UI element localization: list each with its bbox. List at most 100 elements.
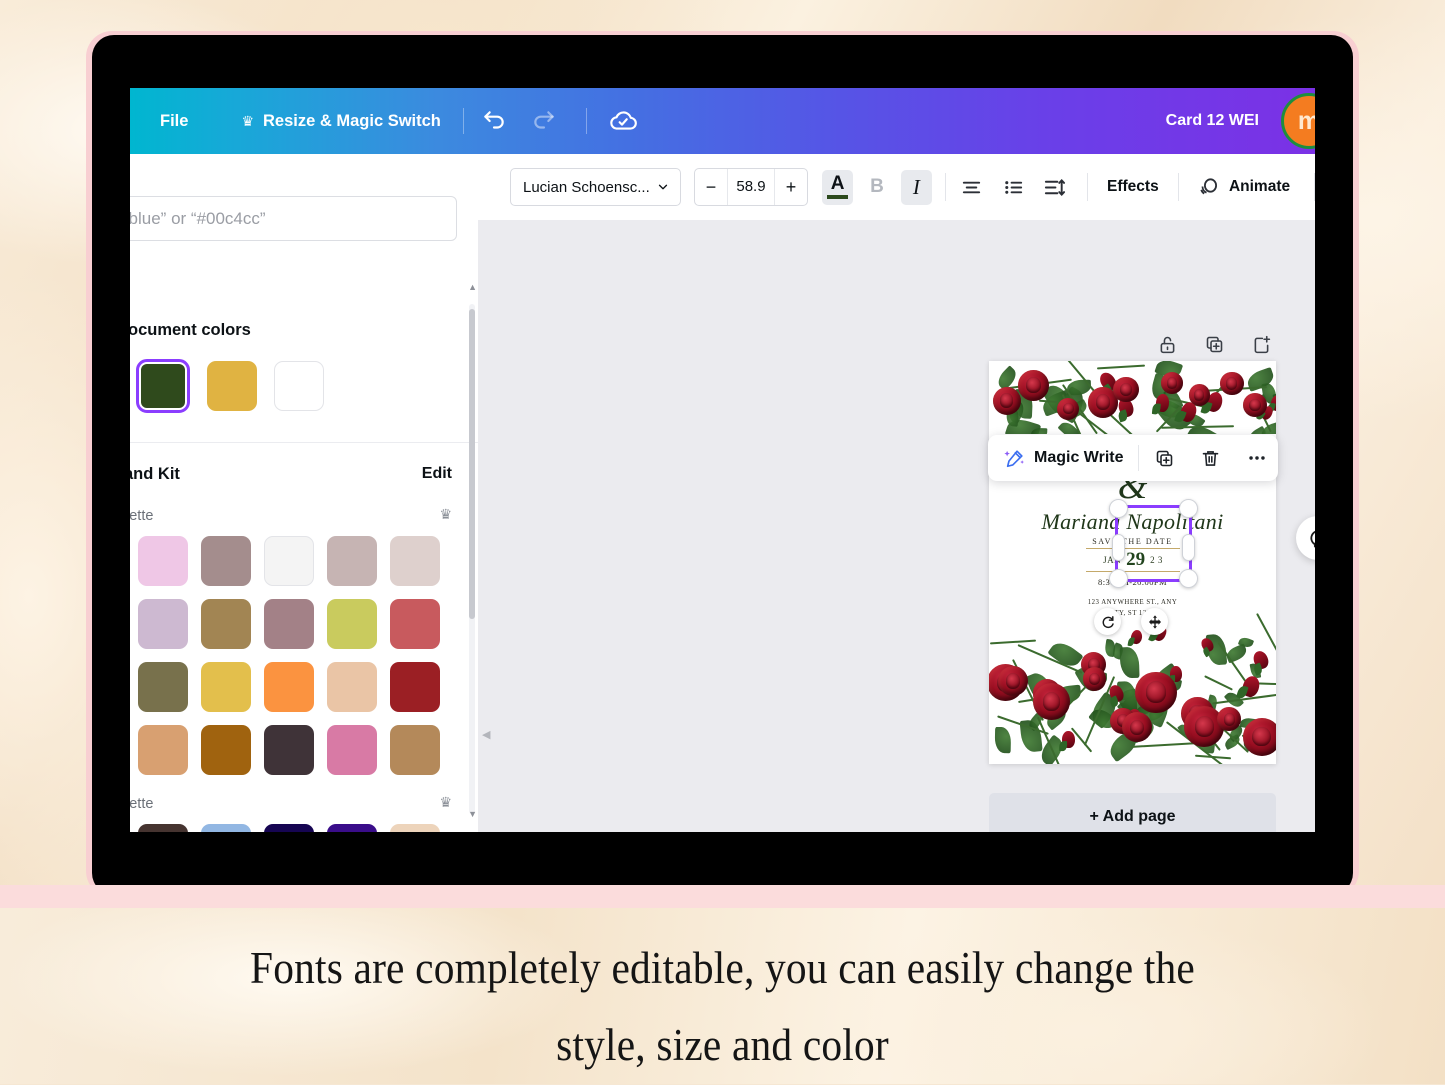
palette-swatch[interactable] — [327, 824, 377, 832]
document-colors-title: ocument colors — [130, 321, 251, 339]
palette-swatch[interactable] — [327, 662, 377, 712]
swatch-color — [141, 364, 185, 408]
align-center-icon[interactable] — [956, 170, 987, 205]
font-size-stepper: − 58.9 + — [693, 168, 808, 206]
italic-button[interactable]: I — [900, 169, 933, 205]
font-size-value[interactable]: 58.9 — [726, 169, 775, 205]
palette-swatch[interactable] — [138, 824, 188, 832]
palette-swatch[interactable] — [390, 662, 440, 712]
scroll-up-arrow-icon[interactable]: ▲ — [468, 282, 477, 292]
palette-swatch[interactable] — [264, 536, 314, 586]
rose-bloom — [1032, 682, 1071, 720]
rose-bloom — [1122, 712, 1152, 743]
palette-swatch[interactable] — [138, 725, 188, 775]
magic-write-label[interactable]: Magic Write — [1034, 449, 1124, 467]
rose-stem — [1130, 741, 1198, 748]
add-comment-icon[interactable] — [1296, 516, 1315, 560]
palette-swatch[interactable] — [264, 599, 314, 649]
duplicate-icon[interactable] — [1204, 334, 1225, 360]
text-color-letter: A — [830, 173, 845, 195]
palette-swatch[interactable] — [327, 725, 377, 775]
palette-swatch[interactable] — [327, 599, 377, 649]
move-icon[interactable] — [1141, 608, 1168, 635]
font-family-select[interactable]: Lucian Schoensc... — [510, 168, 681, 206]
redo-icon[interactable] — [524, 101, 564, 141]
palette-swatch[interactable] — [390, 599, 440, 649]
palette-swatch[interactable] — [138, 536, 188, 586]
top-bar-right: Card 12 WEI m — [1166, 93, 1315, 149]
palette-swatch[interactable] — [264, 725, 314, 775]
magic-pen-icon[interactable] — [1004, 447, 1026, 469]
resize-handle-bl[interactable] — [1109, 569, 1128, 588]
resize-handle-tr[interactable] — [1179, 499, 1198, 518]
palette-swatch[interactable] — [201, 662, 251, 712]
text-toolbar: Lucian Schoensc... − 58.9 + A B I Effect… — [478, 154, 1315, 221]
font-size-increase-button[interactable]: + — [775, 169, 807, 205]
add-to-page-icon[interactable] — [1251, 334, 1272, 360]
rose-bloom — [1018, 369, 1050, 401]
palette-swatch[interactable] — [390, 536, 440, 586]
avatar[interactable]: m — [1281, 93, 1315, 149]
line-spacing-icon[interactable] — [1039, 170, 1070, 205]
document-colors-row — [136, 359, 324, 413]
trash-icon[interactable] — [1191, 438, 1231, 478]
selection-box[interactable] — [1109, 499, 1198, 588]
effects-button[interactable]: Effects — [1107, 178, 1159, 196]
duplicate-icon[interactable] — [1145, 438, 1185, 478]
palette-swatch[interactable] — [201, 536, 251, 586]
panel-scrollbar-thumb[interactable] — [469, 309, 475, 619]
palette-swatch[interactable] — [138, 599, 188, 649]
card-address: 123 ANYWHERE ST., ANY CITY, ST 12345 — [989, 597, 1276, 619]
document-color-swatch[interactable] — [274, 361, 324, 411]
animate-button[interactable]: Animate — [1229, 178, 1290, 196]
rose-bud — [1130, 629, 1143, 646]
palette-swatch[interactable] — [264, 662, 314, 712]
bullet-list-icon[interactable] — [997, 170, 1028, 205]
caption-line-2: style, size and color — [556, 1020, 889, 1071]
toolbar-divider — [1087, 173, 1089, 201]
font-size-decrease-button[interactable]: − — [695, 169, 727, 205]
resize-handle-tl[interactable] — [1109, 499, 1128, 518]
palette-2-label: lette — [130, 796, 154, 812]
palette-swatch[interactable] — [390, 824, 440, 832]
toolbar-divider — [1314, 173, 1315, 201]
document-color-swatch[interactable] — [207, 361, 257, 411]
toolbar-divider — [945, 173, 946, 201]
canvas-scroll-left-icon[interactable]: ◀ — [482, 728, 490, 741]
add-page-button[interactable]: + Add page — [989, 793, 1276, 832]
palette-swatch[interactable] — [390, 725, 440, 775]
palette-swatch[interactable] — [327, 536, 377, 586]
palette-swatch[interactable] — [201, 725, 251, 775]
font-family-label: Lucian Schoensc... — [523, 178, 650, 196]
document-color-swatch-selected[interactable] — [136, 359, 190, 413]
palette-swatch[interactable] — [201, 824, 251, 832]
more-dots-icon[interactable] — [1237, 438, 1277, 478]
text-color-button[interactable]: A — [821, 169, 854, 205]
brand-kit-edit-button[interactable]: Edit — [422, 465, 452, 483]
resize-handle-right[interactable] — [1182, 534, 1195, 561]
rose-leaf — [994, 726, 1012, 753]
rose-bloom — [1113, 377, 1139, 403]
rose-bloom — [1160, 372, 1183, 394]
palette-1-label: lette — [130, 508, 154, 524]
scroll-down-arrow-icon[interactable]: ▼ — [468, 809, 477, 819]
menu-file[interactable]: File — [160, 112, 188, 131]
resize-handle-br[interactable] — [1179, 569, 1198, 588]
color-panel: ry “blue” or “#00c4cc” ocument colors an… — [130, 154, 479, 832]
document-title[interactable]: Card 12 WEI — [1166, 112, 1259, 130]
cloud-check-icon[interactable] — [603, 101, 643, 141]
resize-handle-left[interactable] — [1112, 534, 1125, 561]
toolbar-divider-2 — [585, 108, 587, 134]
bold-button[interactable]: B — [861, 170, 892, 205]
palette-swatch[interactable] — [138, 662, 188, 712]
color-search-input[interactable]: ry “blue” or “#00c4cc” — [130, 196, 457, 241]
menu-resize-magic-switch[interactable]: ♛ Resize & Magic Switch — [241, 112, 440, 131]
rose-stem — [1204, 674, 1234, 691]
animate-icon[interactable] — [1194, 170, 1225, 205]
undo-icon[interactable] — [474, 101, 514, 141]
rose-bloom — [1135, 671, 1177, 713]
unlock-icon[interactable] — [1157, 334, 1178, 360]
palette-swatch[interactable] — [264, 824, 314, 832]
palette-swatch[interactable] — [201, 599, 251, 649]
rotate-icon[interactable] — [1094, 608, 1121, 635]
